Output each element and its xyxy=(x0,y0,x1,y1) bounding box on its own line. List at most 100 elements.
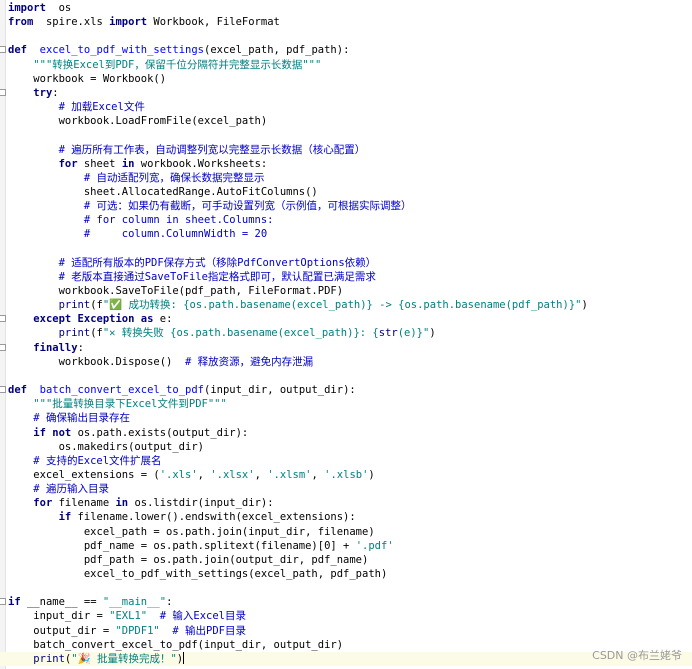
code-line[interactable]: import os xyxy=(8,1,71,15)
code-line[interactable]: if filename.lower().endswith(excel_exten… xyxy=(8,510,356,524)
code-line[interactable]: os.makedirs(output_dir) xyxy=(8,440,204,454)
code-line[interactable]: workbook.SaveToFile(pdf_path, FileFormat… xyxy=(8,284,343,298)
code-token: input_dir = xyxy=(8,610,110,623)
code-line[interactable]: # 可选：如果仍有截断，可手动设置列宽（示例值，可根据实际调整） xyxy=(8,199,412,213)
code-line[interactable]: # 遍历所有工作表，自动调整列宽以完整显示长数据（核心配置） xyxy=(8,143,366,157)
code-token: try xyxy=(33,86,53,99)
code-line[interactable]: print("🎉 批量转换完成！") xyxy=(0,651,692,666)
code-token: if xyxy=(8,596,21,609)
code-line[interactable]: for filename in os.listdir(input_dir): xyxy=(8,496,273,510)
code-token: '.xlsx' xyxy=(210,468,255,481)
code-line[interactable]: print(f"✕ 转换失败 {os.path.basename(excel_p… xyxy=(8,326,436,340)
code-line[interactable]: excel_extensions = ('.xls', '.xlsx', '.x… xyxy=(8,468,375,482)
code-token: print xyxy=(33,652,65,665)
code-token: ) xyxy=(368,468,375,481)
fold-gutter[interactable] xyxy=(0,0,6,669)
code-token: as xyxy=(140,313,154,326)
code-line[interactable]: batch_convert_excel_to_pdf(input_dir, ou… xyxy=(8,638,343,652)
code-line[interactable]: input_dir = "EXL1" # 输入Excel目录 xyxy=(8,609,246,623)
code-token: excel_to_pdf_with_settings(excel_path, p… xyxy=(8,568,388,580)
fold-marker-icon[interactable] xyxy=(0,343,6,351)
code-token: # 释放资源，避免内存泄漏 xyxy=(185,355,314,368)
code-line[interactable]: if not os.path.exists(output_dir): xyxy=(8,426,248,440)
code-token: "🎉 批量转换完成！" xyxy=(71,652,177,665)
code-token: not xyxy=(52,426,72,439)
code-token: (f xyxy=(90,299,103,312)
code-line[interactable]: workbook.Dispose() # 释放资源，避免内存泄漏 xyxy=(8,355,314,369)
code-line[interactable]: # 遍历输入目录 xyxy=(8,482,109,496)
code-line[interactable]: # 老版本直接通过SaveToFile指定格式即可，默认配置已满足需求 xyxy=(8,270,376,284)
code-line[interactable]: workbook.LoadFromFile(excel_path) xyxy=(8,114,268,128)
code-token: # for column in sheet.Columns: xyxy=(83,214,274,227)
code-line[interactable]: # 加载Excel文件 xyxy=(8,100,145,114)
code-line[interactable]: excel_to_pdf_with_settings(excel_path, p… xyxy=(8,567,387,581)
code-token: filename xyxy=(52,497,116,510)
code-token: # 输出PDF目录 xyxy=(172,624,246,637)
fold-marker-icon[interactable] xyxy=(0,386,6,394)
code-line[interactable]: # column.ColumnWidth = 20 xyxy=(8,227,267,241)
code-line[interactable]: output_dir = "DPDF1" # 输出PDF目录 xyxy=(8,624,246,638)
code-line[interactable]: print(f"✅ 成功转换: {os.path.basename(excel_… xyxy=(8,298,588,312)
code-token: output_dir = xyxy=(8,624,116,637)
code-token: # 适配所有版本的PDF保存方式（移除PdfConvertOptions依赖） xyxy=(58,256,377,269)
code-token: import xyxy=(8,2,46,14)
code-line[interactable]: sheet.AllocatedRange.AutoFitColumns() xyxy=(8,185,318,199)
code-token: '.pdf' xyxy=(355,539,394,552)
code-line[interactable]: # for column in sheet.Columns: xyxy=(8,213,274,227)
code-token: '.xlsm' xyxy=(267,468,312,481)
code-line[interactable]: """转换Excel到PDF，保留千位分隔符并完整显示长数据""" xyxy=(8,58,321,72)
code-token: # 确保输出目录存在 xyxy=(33,412,130,425)
code-line[interactable]: from spire.xls import Workbook, FileForm… xyxy=(8,15,280,29)
code-token: (f xyxy=(90,327,103,340)
code-token: sheet xyxy=(77,157,122,170)
code-token: in xyxy=(121,157,135,170)
code-line[interactable]: def excel_to_pdf_with_settings(excel_pat… xyxy=(8,43,349,57)
code-line[interactable]: except Exception as e: xyxy=(8,312,172,326)
code-line[interactable]: pdf_name = os.path.splitext(filename)[0]… xyxy=(8,539,394,553)
fold-marker-icon[interactable] xyxy=(0,315,6,323)
code-line[interactable]: """批量转换目录下Excel文件到PDF""" xyxy=(8,397,227,411)
code-line[interactable]: excel_path = os.path.join(input_dir, fil… xyxy=(8,525,375,539)
code-token: : xyxy=(77,341,84,354)
code-token: if xyxy=(58,511,72,524)
code-line[interactable]: finally: xyxy=(8,341,84,355)
code-token: "EXL1" xyxy=(109,610,148,623)
code-line[interactable]: # 自动适配列宽，确保长数据完整显示 xyxy=(8,171,265,185)
code-token: '.xlsb' xyxy=(324,468,369,481)
code-token: os xyxy=(45,2,72,14)
code-token: : xyxy=(166,596,173,609)
fold-marker-icon[interactable] xyxy=(0,46,6,54)
code-token: '.xls' xyxy=(159,468,198,481)
code-line[interactable]: if __name__ == "__main__": xyxy=(8,595,172,609)
code-line[interactable]: workbook = Workbook() xyxy=(8,72,166,86)
code-line[interactable]: def batch_convert_excel_to_pdf(input_dir… xyxy=(8,383,356,397)
code-token: # 自动适配列宽，确保长数据完整显示 xyxy=(83,171,265,184)
code-token: e: xyxy=(153,313,173,326)
code-token: : xyxy=(52,86,59,99)
code-line[interactable]: # 适配所有版本的PDF保存方式（移除PdfConvertOptions依赖） xyxy=(8,256,377,270)
code-line[interactable]: for sheet in workbook.Worksheets: xyxy=(8,157,268,171)
code-line[interactable]: pdf_path = os.path.join(output_dir, pdf_… xyxy=(8,553,368,567)
code-token: """批量转换目录下Excel文件到PDF""" xyxy=(33,398,227,411)
fold-marker-icon[interactable] xyxy=(0,598,6,606)
code-line[interactable]: # 确保输出目录存在 xyxy=(8,411,130,425)
code-token: from xyxy=(8,16,34,29)
code-token: # 遍历所有工作表，自动调整列宽以完整显示长数据（核心配置） xyxy=(58,143,366,156)
code-line[interactable]: # 支持的Excel文件扩展名 xyxy=(8,454,161,468)
code-token: # column.ColumnWidth = 20 xyxy=(83,228,268,241)
code-editor[interactable]: import os from spire.xls import Workbook,… xyxy=(0,0,692,669)
fold-marker-icon[interactable] xyxy=(0,88,6,96)
code-line[interactable]: try: xyxy=(8,86,59,100)
